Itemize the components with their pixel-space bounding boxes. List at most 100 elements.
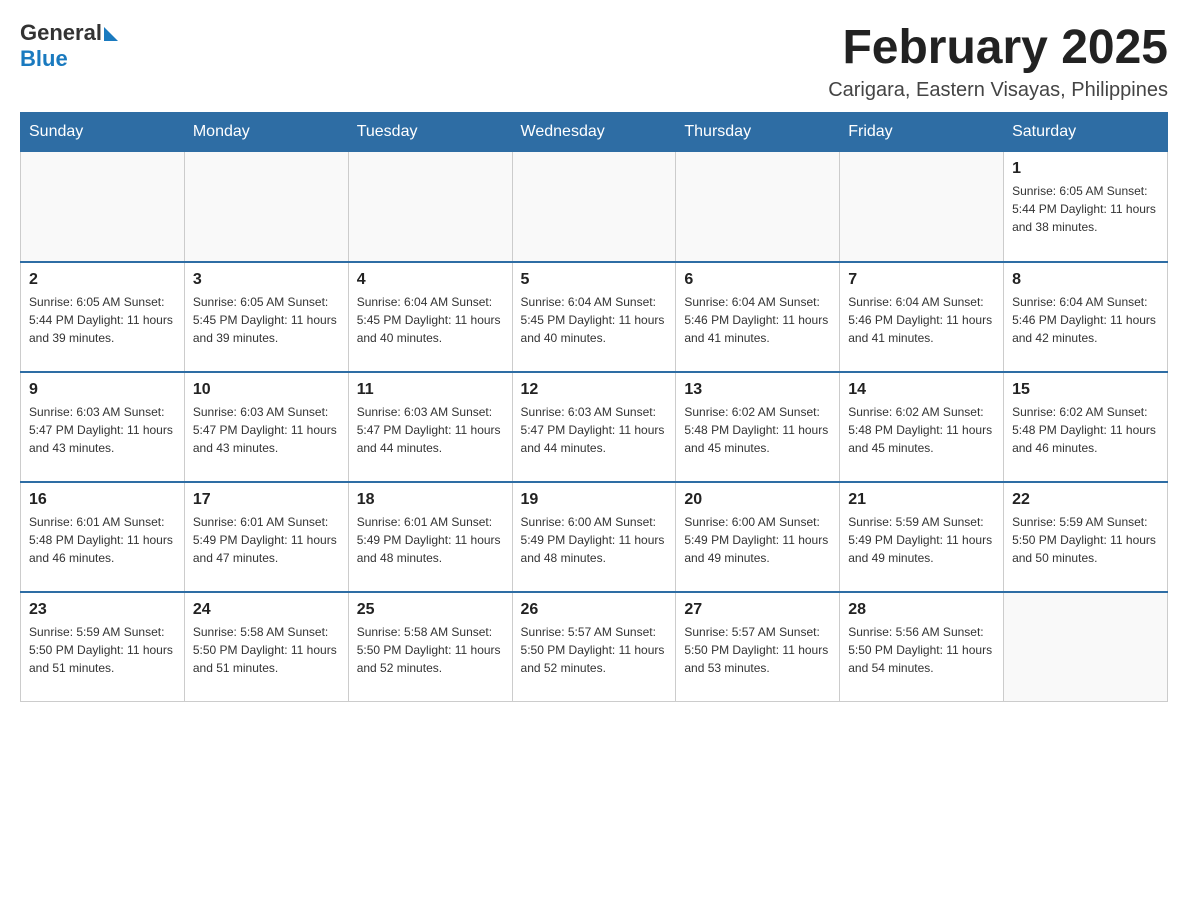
title-section: February 2025 Carigara, Eastern Visayas,… [828,20,1168,102]
day-number: 20 [684,491,831,509]
day-number: 19 [521,491,668,509]
calendar-cell: 1 Sunrise: 6:05 AM Sunset: 5:44 PM Daylig… [1004,152,1168,262]
day-number: 12 [521,381,668,399]
day-info: Sunrise: 6:05 AM Sunset: 5:44 PM Dayligh… [29,293,176,347]
day-info: Sunrise: 6:04 AM Sunset: 5:46 PM Dayligh… [848,293,995,347]
calendar-cell: 25 Sunrise: 5:58 AM Sunset: 5:50 PM Dayli… [348,592,512,702]
day-info: Sunrise: 6:05 AM Sunset: 5:44 PM Dayligh… [1012,182,1159,236]
day-info: Sunrise: 6:02 AM Sunset: 5:48 PM Dayligh… [1012,403,1159,457]
day-info: Sunrise: 6:03 AM Sunset: 5:47 PM Dayligh… [521,403,668,457]
day-info: Sunrise: 6:03 AM Sunset: 5:47 PM Dayligh… [357,403,504,457]
logo-triangle-icon [104,27,118,41]
day-number: 5 [521,271,668,289]
day-number: 13 [684,381,831,399]
calendar-cell: 22 Sunrise: 5:59 AM Sunset: 5:50 PM Dayli… [1004,482,1168,592]
calendar-cell: 5 Sunrise: 6:04 AM Sunset: 5:45 PM Daylig… [512,262,676,372]
day-number: 6 [684,271,831,289]
calendar-cell: 3 Sunrise: 6:05 AM Sunset: 5:45 PM Daylig… [184,262,348,372]
calendar-cell: 20 Sunrise: 6:00 AM Sunset: 5:49 PM Dayli… [676,482,840,592]
day-info: Sunrise: 6:04 AM Sunset: 5:46 PM Dayligh… [1012,293,1159,347]
day-number: 24 [193,601,340,619]
day-number: 25 [357,601,504,619]
calendar-cell [21,152,185,262]
day-info: Sunrise: 6:05 AM Sunset: 5:45 PM Dayligh… [193,293,340,347]
day-info: Sunrise: 6:01 AM Sunset: 5:49 PM Dayligh… [193,513,340,567]
day-info: Sunrise: 6:04 AM Sunset: 5:45 PM Dayligh… [357,293,504,347]
calendar-cell: 28 Sunrise: 5:56 AM Sunset: 5:50 PM Dayli… [840,592,1004,702]
calendar-cell: 26Sunrise: 5:57 AM Sunset: 5:50 PM Dayli… [512,592,676,702]
day-info: Sunrise: 6:04 AM Sunset: 5:45 PM Dayligh… [521,293,668,347]
day-info: Sunrise: 5:59 AM Sunset: 5:50 PM Dayligh… [1012,513,1159,567]
weekday-header-friday: Friday [840,113,1004,152]
calendar-cell: 19 Sunrise: 6:00 AM Sunset: 5:49 PM Dayli… [512,482,676,592]
day-info: Sunrise: 5:56 AM Sunset: 5:50 PM Dayligh… [848,623,995,677]
day-number: 21 [848,491,995,509]
weekday-header-saturday: Saturday [1004,113,1168,152]
day-info: Sunrise: 6:01 AM Sunset: 5:48 PM Dayligh… [29,513,176,567]
day-info: Sunrise: 6:01 AM Sunset: 5:49 PM Dayligh… [357,513,504,567]
calendar-cell: 12 Sunrise: 6:03 AM Sunset: 5:47 PM Dayli… [512,372,676,482]
calendar-cell: 21 Sunrise: 5:59 AM Sunset: 5:49 PM Dayli… [840,482,1004,592]
weekday-header-wednesday: Wednesday [512,113,676,152]
calendar-cell: 16 Sunrise: 6:01 AM Sunset: 5:48 PM Dayli… [21,482,185,592]
day-info: Sunrise: 6:04 AM Sunset: 5:46 PM Dayligh… [684,293,831,347]
calendar-cell: 15 Sunrise: 6:02 AM Sunset: 5:48 PM Dayli… [1004,372,1168,482]
day-number: 10 [193,381,340,399]
day-info: Sunrise: 6:02 AM Sunset: 5:48 PM Dayligh… [684,403,831,457]
calendar-week-row: 9 Sunrise: 6:03 AM Sunset: 5:47 PM Daylig… [21,372,1168,482]
calendar-cell: 10 Sunrise: 6:03 AM Sunset: 5:47 PM Dayli… [184,372,348,482]
calendar-cell: 11 Sunrise: 6:03 AM Sunset: 5:47 PM Dayli… [348,372,512,482]
calendar-week-row: 1 Sunrise: 6:05 AM Sunset: 5:44 PM Daylig… [21,152,1168,262]
day-number: 3 [193,271,340,289]
calendar-table: SundayMondayTuesdayWednesdayThursdayFrid… [20,112,1168,702]
calendar-cell: 23Sunrise: 5:59 AM Sunset: 5:50 PM Dayli… [21,592,185,702]
day-number: 14 [848,381,995,399]
day-number: 17 [193,491,340,509]
day-number: 8 [1012,271,1159,289]
calendar-cell: 7 Sunrise: 6:04 AM Sunset: 5:46 PM Daylig… [840,262,1004,372]
day-number: 15 [1012,381,1159,399]
day-number: 28 [848,601,995,619]
logo-blue-text: Blue [20,46,118,72]
calendar-cell [184,152,348,262]
day-info: Sunrise: 6:00 AM Sunset: 5:49 PM Dayligh… [521,513,668,567]
day-number: 4 [357,271,504,289]
day-info: Sunrise: 6:03 AM Sunset: 5:47 PM Dayligh… [193,403,340,457]
calendar-cell: 2Sunrise: 6:05 AM Sunset: 5:44 PM Daylig… [21,262,185,372]
day-number: 22 [1012,491,1159,509]
weekday-header-thursday: Thursday [676,113,840,152]
day-info: Sunrise: 5:58 AM Sunset: 5:50 PM Dayligh… [357,623,504,677]
calendar-cell: 13 Sunrise: 6:02 AM Sunset: 5:48 PM Dayli… [676,372,840,482]
calendar-cell: 8 Sunrise: 6:04 AM Sunset: 5:46 PM Daylig… [1004,262,1168,372]
day-info: Sunrise: 6:00 AM Sunset: 5:49 PM Dayligh… [684,513,831,567]
calendar-week-row: 16 Sunrise: 6:01 AM Sunset: 5:48 PM Dayli… [21,482,1168,592]
calendar-week-row: 23Sunrise: 5:59 AM Sunset: 5:50 PM Dayli… [21,592,1168,702]
calendar-cell: 14 Sunrise: 6:02 AM Sunset: 5:48 PM Dayli… [840,372,1004,482]
day-info: Sunrise: 5:57 AM Sunset: 5:50 PM Dayligh… [684,623,831,677]
calendar-cell: 6 Sunrise: 6:04 AM Sunset: 5:46 PM Daylig… [676,262,840,372]
calendar-cell: 27Sunrise: 5:57 AM Sunset: 5:50 PM Dayli… [676,592,840,702]
day-number: 16 [29,491,176,509]
calendar-cell: 17 Sunrise: 6:01 AM Sunset: 5:49 PM Dayli… [184,482,348,592]
logo: General Blue [20,20,118,72]
calendar-cell [676,152,840,262]
calendar-cell [1004,592,1168,702]
page-header: General Blue February 2025 Carigara, Eas… [20,20,1168,102]
calendar-subtitle: Carigara, Eastern Visayas, Philippines [828,79,1168,102]
weekday-header-tuesday: Tuesday [348,113,512,152]
calendar-cell: 9Sunrise: 6:03 AM Sunset: 5:47 PM Daylig… [21,372,185,482]
calendar-cell [840,152,1004,262]
day-info: Sunrise: 6:02 AM Sunset: 5:48 PM Dayligh… [848,403,995,457]
day-info: Sunrise: 5:59 AM Sunset: 5:49 PM Dayligh… [848,513,995,567]
day-number: 7 [848,271,995,289]
day-number: 18 [357,491,504,509]
calendar-cell: 18 Sunrise: 6:01 AM Sunset: 5:49 PM Dayli… [348,482,512,592]
day-number: 11 [357,381,504,399]
day-number: 9 [29,381,176,399]
day-info: Sunrise: 5:58 AM Sunset: 5:50 PM Dayligh… [193,623,340,677]
calendar-week-row: 2Sunrise: 6:05 AM Sunset: 5:44 PM Daylig… [21,262,1168,372]
calendar-cell [348,152,512,262]
calendar-cell: 24 Sunrise: 5:58 AM Sunset: 5:50 PM Dayli… [184,592,348,702]
calendar-cell [512,152,676,262]
day-number: 1 [1012,160,1159,178]
